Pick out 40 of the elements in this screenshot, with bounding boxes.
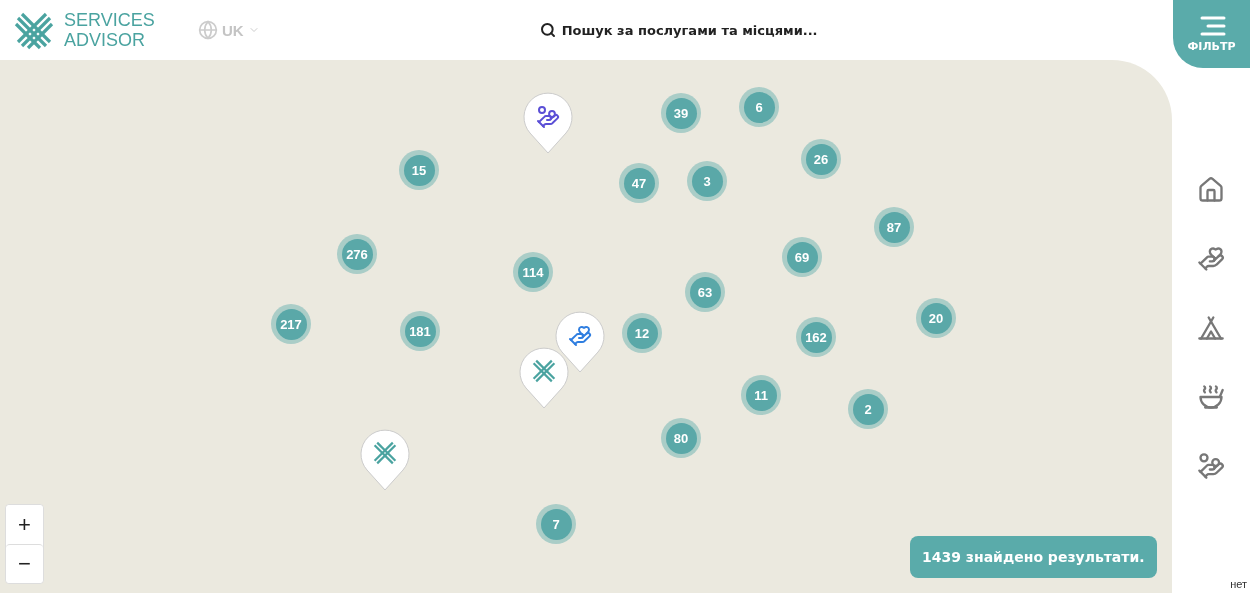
hand-heart-icon[interactable] — [1196, 244, 1226, 274]
search-field[interactable]: Пошук за послугами та місцями... — [539, 22, 818, 38]
filter-button[interactable]: ФІЛЬТР — [1173, 0, 1250, 68]
cluster-marker[interactable]: 39 — [661, 93, 701, 133]
cluster-marker[interactable]: 87 — [874, 207, 914, 247]
cluster-marker[interactable]: 181 — [400, 311, 440, 351]
logo-text: ADVISOR — [64, 30, 147, 50]
tent-icon[interactable] — [1196, 313, 1226, 343]
logo-marker[interactable] — [359, 432, 411, 492]
cluster-marker[interactable]: 6 — [739, 87, 779, 127]
cluster-marker[interactable]: 7 — [536, 504, 576, 544]
bowl-icon[interactable] — [1196, 382, 1226, 412]
results-count: 1439 знайдено результати. — [910, 536, 1157, 578]
hand-coins-icon — [538, 107, 559, 127]
cluster-marker[interactable]: 26 — [801, 139, 841, 179]
cluster-marker[interactable]: 63 — [685, 272, 725, 312]
cluster-marker[interactable]: 69 — [782, 237, 822, 277]
hand-coins-icon[interactable] — [1196, 451, 1226, 481]
cluster-marker[interactable]: 217 — [271, 304, 311, 344]
logo-text: SERVICES — [64, 10, 155, 30]
zoom-out-button[interactable]: − — [6, 544, 43, 583]
cluster-marker[interactable]: 3 — [687, 161, 727, 201]
cluster-marker[interactable]: 12 — [622, 313, 662, 353]
cluster-marker[interactable]: 80 — [661, 418, 701, 458]
language-selector[interactable]: UK — [198, 20, 260, 40]
hand-coin-marker[interactable] — [522, 95, 574, 155]
search-icon — [539, 22, 556, 38]
cluster-marker[interactable]: 276 — [337, 234, 377, 274]
hands-person-marker[interactable] — [554, 314, 606, 374]
globe-icon — [198, 20, 218, 40]
cluster-marker[interactable]: 114 — [513, 252, 553, 292]
cluster-marker[interactable]: 20 — [916, 298, 956, 338]
hand-heart-icon — [570, 327, 591, 345]
cluster-marker[interactable]: 11 — [741, 375, 781, 415]
cluster-marker[interactable]: 47 — [619, 163, 659, 203]
cluster-marker[interactable]: 162 — [796, 317, 836, 357]
logo-marker[interactable] — [518, 350, 570, 410]
cluster-marker[interactable]: 15 — [399, 150, 439, 190]
cluster-marker[interactable]: 2 — [848, 389, 888, 429]
logo-icon — [14, 10, 54, 50]
